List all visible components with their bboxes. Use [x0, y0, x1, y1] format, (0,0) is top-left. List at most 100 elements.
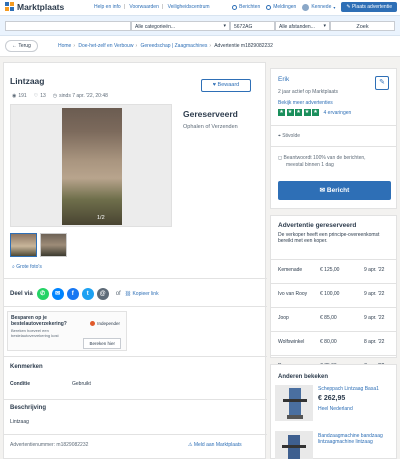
breadcrumb-row: ← Terug Home › Doe-het-zelf en Verbouw › G…	[0, 36, 400, 57]
whatsapp-icon[interactable]: ✆	[36, 288, 49, 300]
logo-mark-icon	[5, 2, 15, 12]
bookmark-button[interactable]: ♥ Bewaard	[201, 79, 251, 92]
photo-thumbnail[interactable]	[10, 233, 37, 257]
related-listing-location[interactable]: Heel Nederland	[318, 406, 353, 412]
search-bar: Alle categorieën... ▾ 5672AG Alle afstan…	[0, 15, 400, 36]
main-photo[interactable]: 1/2	[10, 104, 172, 227]
divider	[4, 306, 267, 307]
logo-text: Marktplaats	[17, 2, 65, 12]
seller-active: 2 jaar actief op Marktplaats	[278, 89, 339, 95]
account-label: Kennede	[311, 4, 332, 10]
bid-row: Kemenade € 125,00 9 apr. '22	[270, 259, 397, 278]
photo-thumbnail[interactable]	[40, 233, 67, 257]
breadcrumb-diy[interactable]: Doe-het-zelf en Verbouw	[78, 43, 133, 49]
bandsaw-photo	[62, 108, 122, 225]
breadcrumb-home[interactable]: Home	[58, 43, 71, 49]
bid-amount: € 100,00	[320, 291, 340, 297]
search-button[interactable]: Zoek	[330, 21, 395, 31]
breadcrumb-separator: ›	[135, 43, 138, 49]
terms-link[interactable]: Voorwaarden	[129, 4, 158, 10]
condition-key: Conditie	[10, 381, 30, 387]
copy-link-button[interactable]: ⛓ Kopieer link	[125, 291, 159, 297]
star-icon: ★	[312, 109, 319, 116]
bidder-name: Wolfswinkel	[278, 339, 305, 345]
ad-brand-label: Independer	[97, 321, 120, 326]
photo-counter: 1/2	[97, 215, 105, 221]
seller-name[interactable]: Erik	[278, 76, 289, 83]
chat-icon: ✉	[319, 187, 327, 194]
account-menu[interactable]: Kennede ▾	[302, 3, 335, 11]
divider	[270, 146, 397, 147]
listing-meta: ◉ 191 ♡ 13 ◷ sinds 7 apr. '22, 20:48	[12, 93, 115, 99]
notifications-label: Meldingen	[273, 4, 297, 10]
message-button[interactable]: ✉ Bericht	[278, 181, 391, 200]
breadcrumb-tools[interactable]: Gereedschap | Zaagmachines	[141, 43, 208, 49]
bid-row: Joop € 85,00 9 apr. '22	[270, 307, 397, 326]
view-count: 191	[18, 93, 27, 99]
divider	[4, 278, 267, 279]
independer-logo-icon	[90, 321, 96, 326]
place-ad-button[interactable]: ✎ Plaats advertentie	[341, 2, 397, 12]
postcode-value: 5672AG	[234, 23, 253, 30]
listing-title: Lintzaag	[10, 76, 45, 86]
bidder-name: Joop	[278, 315, 289, 321]
bandsaw-icon	[282, 435, 306, 459]
distance-select[interactable]: Alle afstanden... ▾	[275, 21, 330, 31]
top-navigation: Marktplaats Help en info | Voorwaarden | V…	[0, 0, 400, 15]
bid-amount: € 125,00	[320, 267, 340, 273]
divider	[270, 125, 397, 126]
top-right-actions: Berichten Meldingen Kennede ▾ ✎ Plaats a…	[232, 2, 397, 12]
messenger-icon[interactable]: ✉	[51, 288, 64, 300]
eye-icon: ◉	[12, 93, 17, 99]
related-listing-title[interactable]: Bandzaagmachine bandzaag lintzaagmachine…	[318, 433, 393, 445]
also-viewed-heading: Anderen bekeken	[278, 374, 329, 380]
bid-amount: € 80,00	[320, 339, 337, 345]
breadcrumb-current: Advertentie m1829082232	[214, 43, 273, 49]
reserved-status: Gereserveerd	[183, 109, 238, 119]
safety-link[interactable]: Veiligheidscentrum	[168, 4, 210, 10]
back-button[interactable]: ← Terug	[5, 40, 38, 52]
messages-link[interactable]: Berichten	[232, 4, 260, 10]
email-icon[interactable]: @	[96, 288, 109, 300]
posted-date: sinds 7 apr. '22, 20:48	[59, 93, 108, 99]
facebook-icon[interactable]: f	[66, 288, 79, 300]
divider	[4, 399, 267, 400]
twitter-icon[interactable]: t	[81, 288, 94, 300]
message-button-label: Bericht	[326, 187, 350, 194]
edit-button[interactable]: ✎	[375, 76, 389, 90]
related-listing-image[interactable]	[275, 385, 313, 421]
seller-other-ads-link[interactable]: Bekijk meer advertenties	[278, 100, 333, 106]
help-link[interactable]: Help en info	[94, 4, 121, 10]
category-label: Alle categorieën...	[135, 23, 176, 30]
marktplaats-logo[interactable]: Marktplaats	[5, 2, 64, 12]
share-label: Deel via	[10, 291, 33, 297]
star-icon: ★	[286, 109, 294, 116]
pencil-icon: ✎	[379, 79, 385, 86]
large-photos-link[interactable]: ⌕ Grote foto's	[12, 264, 42, 270]
related-listing-title[interactable]: Scheppach Lintzaag Basa1	[318, 386, 393, 392]
related-listing-image[interactable]	[275, 431, 313, 459]
search-input[interactable]	[5, 21, 131, 31]
divider	[4, 356, 267, 357]
ad-brand: Independer	[90, 321, 120, 326]
insurance-ad[interactable]: Besparen op je bestelautoverzekering? Be…	[7, 311, 127, 351]
chat-icon	[232, 4, 238, 10]
report-link[interactable]: ⚠ Meld aan Marktplaats	[188, 442, 242, 448]
ad-calculate-button[interactable]: Bereken hier	[83, 338, 121, 349]
bidder-name: Ivo van Rooy	[278, 291, 308, 297]
bid-row: Ivo van Rooy € 100,00 9 apr. '22	[270, 283, 397, 302]
seller-location-label: Stivolde	[282, 133, 301, 139]
postcode-input[interactable]: 5672AG	[230, 21, 275, 31]
top-links: Help en info | Voorwaarden | Veiligheidsce…	[94, 4, 210, 10]
bid-date: 9 apr. '22	[364, 315, 385, 321]
category-select[interactable]: Alle categorieën... ▾	[131, 21, 230, 31]
bid-amount: € 85,00	[320, 315, 337, 321]
bid-row: Wolfswinkel € 80,00 8 apr. '22	[270, 331, 397, 350]
share-row: Deel via ✆ ✉ f t @ of ⛓ Kopieer link	[10, 288, 159, 300]
notifications-link[interactable]: Meldingen	[266, 4, 296, 10]
seller-rating[interactable]: ★ ★ ★ ★ ★ 4 ervaringen	[278, 109, 351, 116]
bookmark-label: Bewaard	[217, 82, 240, 88]
response-rate-label: Beantwoordt 100% van de berichten,	[283, 155, 366, 161]
breadcrumb-separator: ›	[209, 43, 212, 49]
copy-link-label: Kopieer link	[132, 291, 159, 297]
